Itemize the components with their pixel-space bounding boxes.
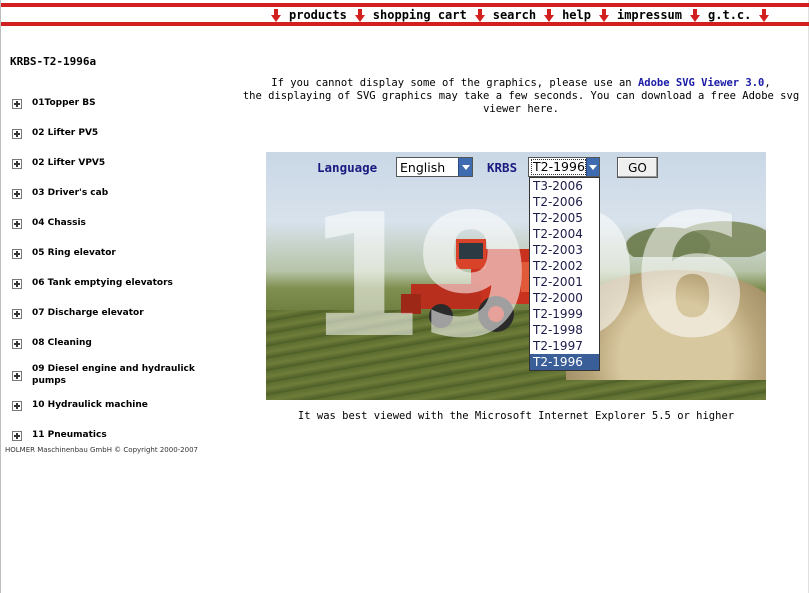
dropdown-option[interactable]: T2-1999 — [530, 306, 599, 322]
sidebar-item-label[interactable]: 09 Diesel engine and hydraulick pumps — [32, 363, 197, 387]
dropdown-option[interactable]: T2-2006 — [530, 194, 599, 210]
nav-help[interactable]: help — [562, 8, 591, 22]
copyright-text: HOLMER Maschinenbau GmbH © Copyright 200… — [5, 446, 198, 454]
sidebar-item-label[interactable]: 08 Cleaning — [32, 337, 197, 349]
nav-arrow-icon — [759, 8, 770, 22]
nav-shopping-cart[interactable]: shopping cart — [373, 8, 467, 22]
nav-arrow-icon — [544, 8, 555, 22]
sidebar-item-pneumatics[interactable]: 11 Pneumatics — [12, 429, 197, 441]
info-line1-comma: , — [764, 77, 771, 89]
dropdown-option[interactable]: T2-2005 — [530, 210, 599, 226]
sidebar-item-label[interactable]: 07 Discharge elevator — [32, 307, 197, 319]
sidebar-item-label[interactable]: 01Topper BS — [32, 97, 197, 109]
sidebar-item-cleaning[interactable]: 08 Cleaning — [12, 337, 197, 349]
krbs-value: T2-1996 — [531, 159, 586, 175]
krbs-label: KRBS — [487, 160, 518, 175]
language-select[interactable]: English — [396, 157, 473, 177]
expand-plus-icon[interactable] — [12, 249, 22, 259]
page-title: KRBS-T2-1996a — [10, 55, 97, 68]
sidebar-item-drivers-cab[interactable]: 03 Driver's cab — [12, 187, 197, 199]
nav-arrow-icon — [690, 8, 701, 22]
sidebar-item-diesel-engine[interactable]: 09 Diesel engine and hydraulick pumps — [12, 363, 197, 387]
go-button[interactable]: GO — [617, 157, 658, 178]
expand-plus-icon[interactable] — [12, 339, 22, 349]
browser-note: It was best viewed with the Microsoft In… — [297, 410, 735, 422]
nav-arrow-icon — [598, 8, 609, 22]
sidebar-item-chassis[interactable]: 04 Chassis — [12, 217, 197, 229]
adobe-svg-viewer-link[interactable]: Adobe SVG Viewer 3.0 — [638, 77, 764, 89]
sidebar-item-hydraulick-machine[interactable]: 10 Hydraulick machine — [12, 399, 197, 411]
top-nav: products shopping cart search help impre… — [263, 6, 777, 24]
year-watermark: 1996 — [306, 178, 749, 376]
sidebar-item-label[interactable]: 10 Hydraulick machine — [32, 399, 197, 411]
expand-plus-icon[interactable] — [12, 371, 22, 381]
page: products shopping cart search help impre… — [0, 0, 809, 593]
expand-plus-icon[interactable] — [12, 219, 22, 229]
sidebar-item-lifter-pv5[interactable]: 02 Lifter PV5 — [12, 127, 197, 139]
expand-plus-icon[interactable] — [12, 159, 22, 169]
sidebar-item-label[interactable]: 03 Driver's cab — [32, 187, 197, 199]
language-label: Language — [317, 160, 378, 175]
dropdown-option[interactable]: T2-2004 — [530, 226, 599, 242]
sidebar-item-label[interactable]: 06 Tank emptying elevators — [32, 277, 197, 289]
dropdown-option-selected[interactable]: T2-1996 — [530, 354, 599, 370]
info-line1-text: If you cannot display some of the graphi… — [271, 77, 638, 89]
expand-plus-icon[interactable] — [12, 99, 22, 109]
nav-impressum[interactable]: impressum — [617, 8, 682, 22]
sidebar-item-label[interactable]: 02 Lifter PV5 — [32, 127, 197, 139]
expand-plus-icon[interactable] — [12, 431, 22, 441]
chevron-down-icon[interactable] — [458, 158, 472, 176]
dropdown-option[interactable]: T2-2003 — [530, 242, 599, 258]
sidebar-item-lifter-vpv5[interactable]: 02 Lifter VPV5 — [12, 157, 197, 169]
nav-arrow-icon — [474, 8, 485, 22]
sidebar-item-label[interactable]: 04 Chassis — [32, 217, 197, 229]
expand-plus-icon[interactable] — [12, 309, 22, 319]
sidebar-item-tank-emptying[interactable]: 06 Tank emptying elevators — [12, 277, 197, 289]
sidebar-item-discharge-elevator[interactable]: 07 Discharge elevator — [12, 307, 197, 319]
sidebar-item-topper[interactable]: 01Topper BS — [12, 97, 197, 109]
expand-plus-icon[interactable] — [12, 279, 22, 289]
dropdown-option[interactable]: T3-2006 — [530, 178, 599, 194]
nav-arrow-icon — [271, 8, 281, 22]
dropdown-option[interactable]: T2-1997 — [530, 338, 599, 354]
expand-plus-icon[interactable] — [12, 401, 22, 411]
chevron-down-icon[interactable] — [585, 158, 599, 176]
nav-search[interactable]: search — [493, 8, 536, 22]
language-value: English — [400, 159, 446, 175]
dropdown-option[interactable]: T2-2002 — [530, 258, 599, 274]
sidebar-item-ring-elevator[interactable]: 05 Ring elevator — [12, 247, 197, 259]
krbs-select[interactable]: T2-1996 — [528, 157, 600, 177]
nav-products[interactable]: products — [289, 8, 347, 22]
expand-plus-icon[interactable] — [12, 129, 22, 139]
nav-arrow-icon — [354, 8, 365, 22]
sidebar-item-label[interactable]: 05 Ring elevator — [32, 247, 197, 259]
krbs-dropdown-list: T3-2006 T2-2006 T2-2005 T2-2004 T2-2003 … — [529, 177, 600, 371]
info-line2-text: the displaying of SVG graphics may take … — [242, 90, 800, 115]
dropdown-option[interactable]: T2-2000 — [530, 290, 599, 306]
sidebar-item-label[interactable]: 02 Lifter VPV5 — [32, 157, 197, 169]
harvester-photo: 1996 — [266, 152, 766, 400]
expand-plus-icon[interactable] — [12, 189, 22, 199]
nav-gtc[interactable]: g.t.c. — [708, 8, 751, 22]
dropdown-option[interactable]: T2-2001 — [530, 274, 599, 290]
sidebar-item-label[interactable]: 11 Pneumatics — [32, 429, 197, 441]
dropdown-option[interactable]: T2-1998 — [530, 322, 599, 338]
svg-viewer-info: If you cannot display some of the graphi… — [241, 77, 801, 116]
